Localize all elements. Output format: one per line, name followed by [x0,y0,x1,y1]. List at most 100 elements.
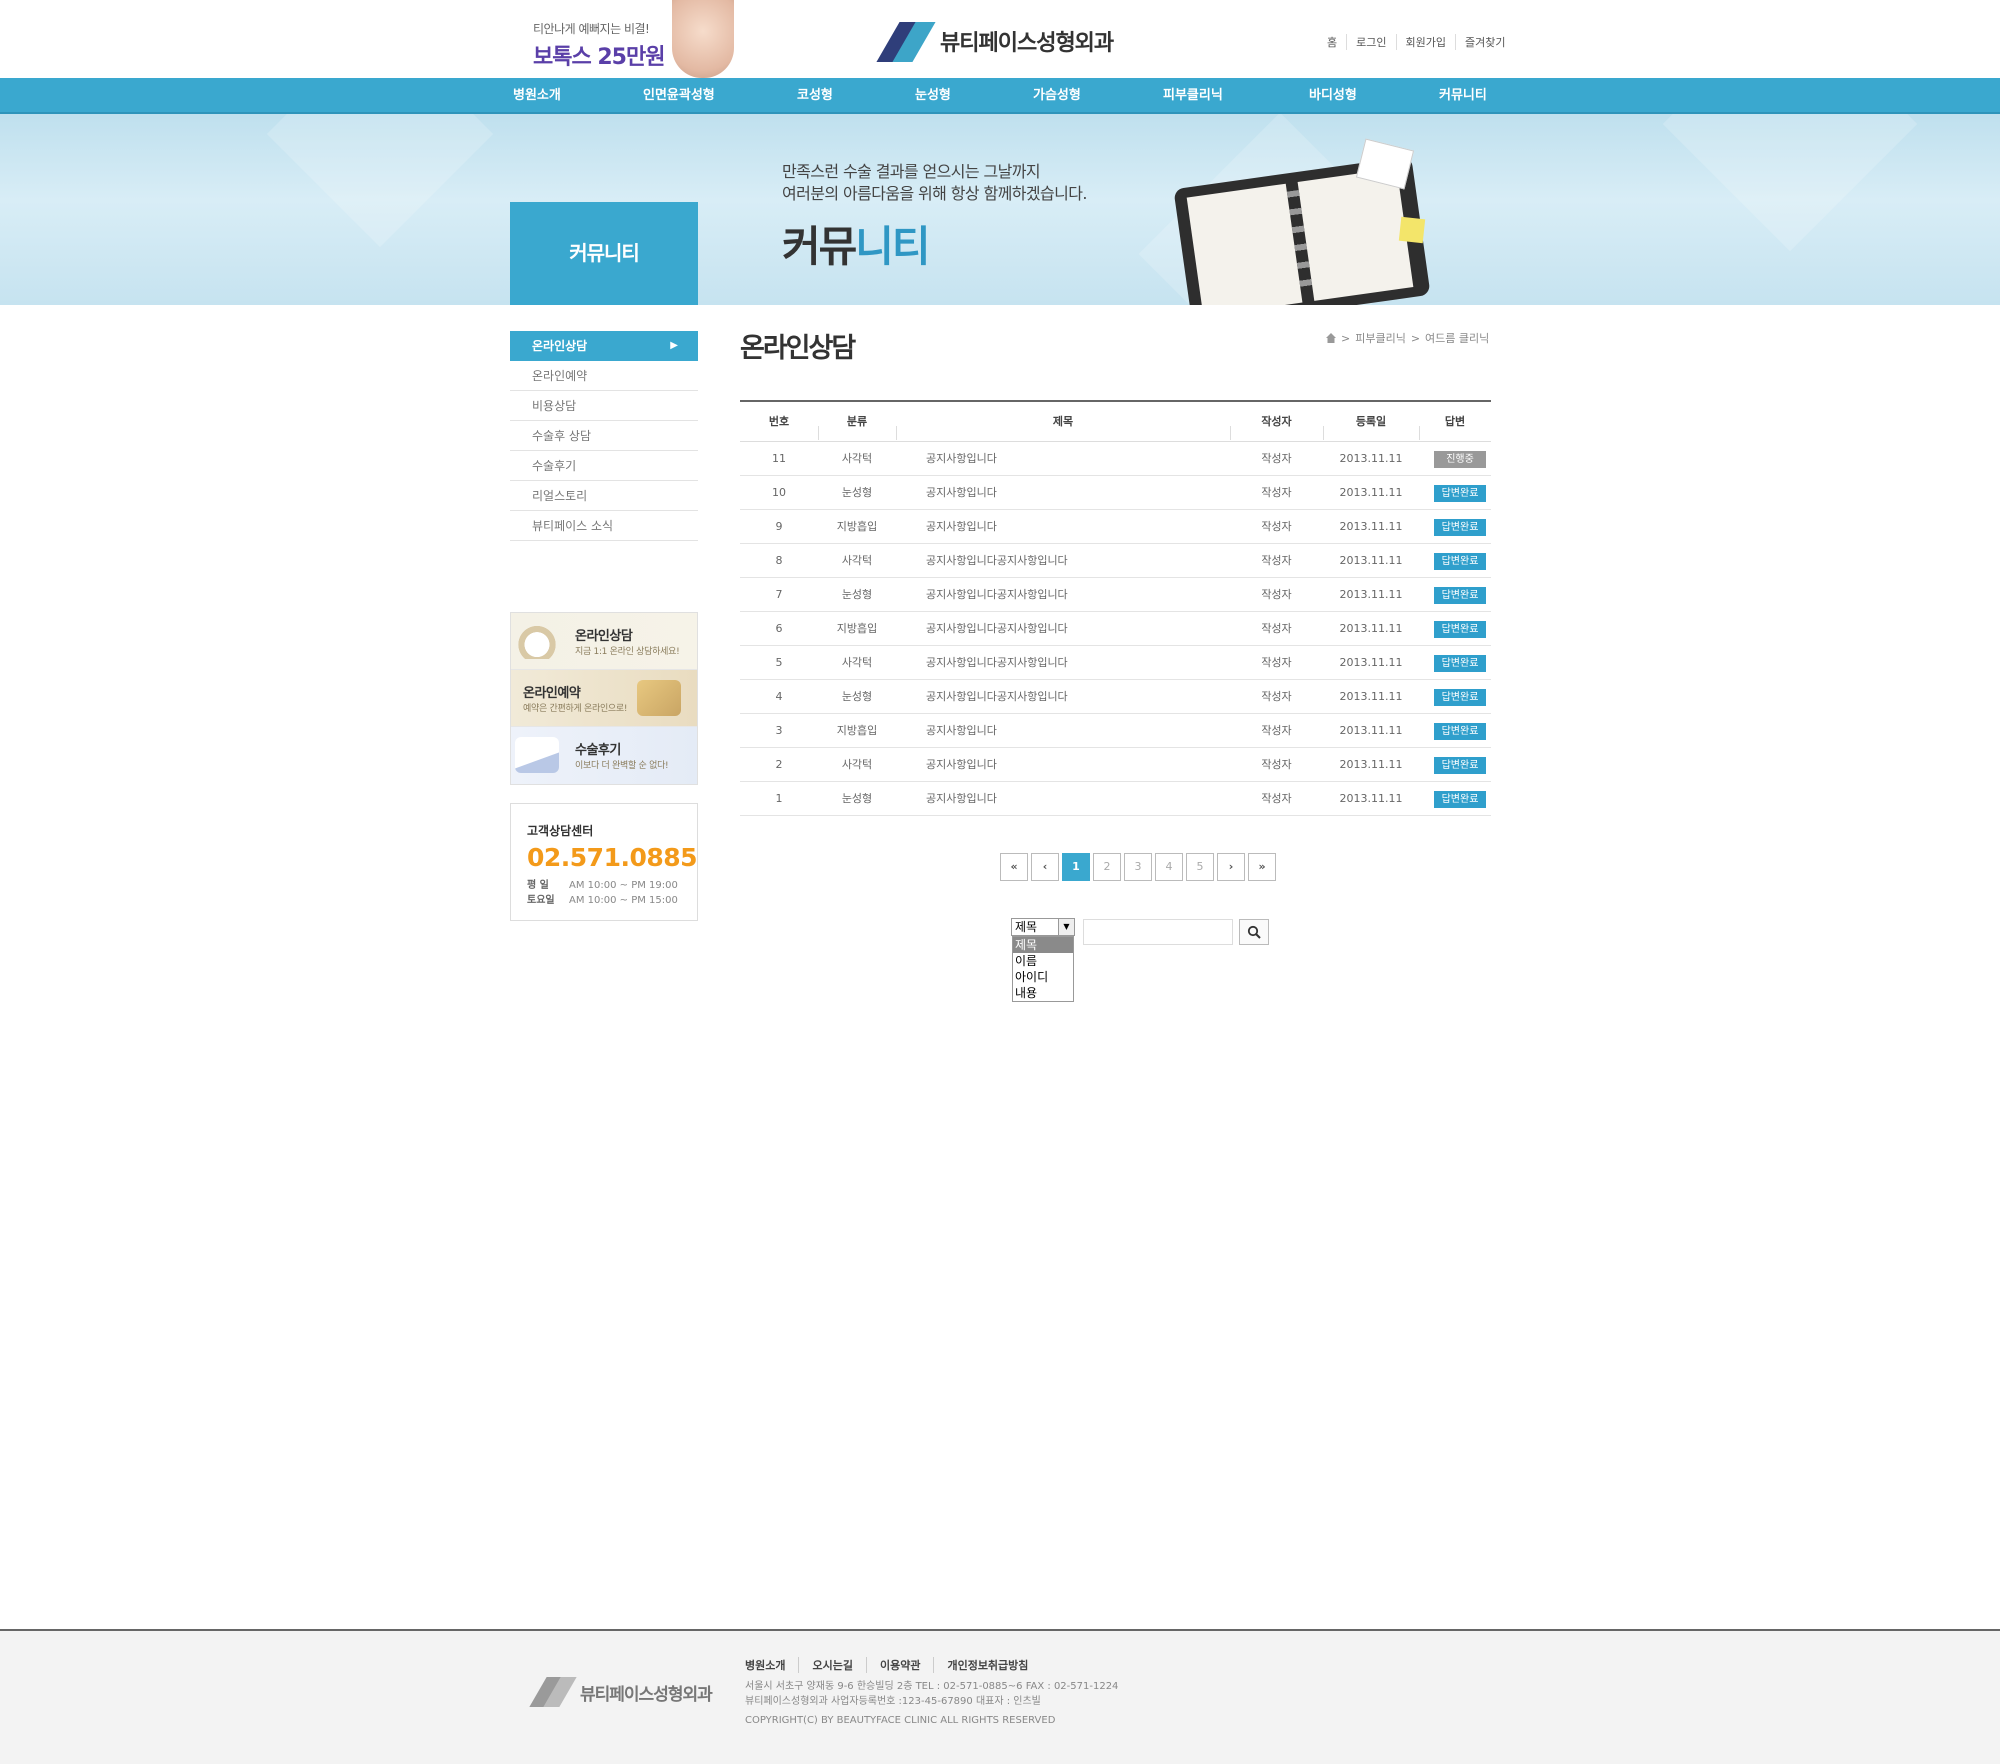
table-row[interactable]: 7 눈성형 공지사항입니다공지사항입니다 작성자 2013.11.11 답변완료 [740,578,1491,612]
cell-subject[interactable]: 공지사항입니다공지사항입니다 [896,646,1230,679]
page-button[interactable]: 5 [1186,853,1214,881]
visual-copy: 만족스런 수술 결과를 얻으시는 그날까지 여러분의 아름다움을 위해 항상 함… [782,161,1087,274]
util-bookmark-link[interactable]: 즐겨찾기 [1454,34,1514,50]
gnb-item-body[interactable]: 바디성형 [1309,78,1357,114]
gnb-item-nose[interactable]: 코성형 [797,78,833,114]
col-header-no: 번호 [768,415,790,428]
search-input[interactable] [1083,919,1233,945]
mouse-icon [637,680,681,716]
select-option[interactable]: 이름 [1013,953,1073,969]
lnb-item-after-surgery-consult[interactable]: 수술후 상담 [510,421,698,451]
page-button[interactable]: 4 [1155,853,1183,881]
table-row[interactable]: 3 지방흡입 공지사항입니다 작성자 2013.11.11 답변완료 [740,714,1491,748]
table-row[interactable]: 4 눈성형 공지사항입니다공지사항입니다 작성자 2013.11.11 답변완료 [740,680,1491,714]
site-logo[interactable]: 뷰티페이스성형외과 [876,22,1114,62]
table-row[interactable]: 2 사각턱 공지사항입니다 작성자 2013.11.11 답변완료 [740,748,1491,782]
quick-banners: 온라인상담 지금 1:1 온라인 상담하세요! 온라인예약 예약은 간편하게 온… [510,612,698,785]
cell-no: 4 [775,690,783,703]
quick-banner-reviews[interactable]: 수술후기 이보다 더 완벽할 순 없다! [511,727,697,784]
cs-hours: 평 일 AM 10:00 ~ PM 19:00 토요일 AM 10:00 ~ PM … [527,878,681,908]
utility-links: 홈 로그인 회원가입 즐겨찾기 [1318,34,1514,50]
promo-banner[interactable]: 티안나게 예뻐지는 비결! 보톡스 25만원 [533,20,665,71]
cell-subject[interactable]: 공지사항입니다 [896,510,1230,543]
breadcrumb-item[interactable]: 여드름 클리닉 [1425,330,1489,346]
cell-category: 사각턱 [841,758,873,771]
table-row[interactable]: 9 지방흡입 공지사항입니다 작성자 2013.11.11 답변완료 [740,510,1491,544]
cell-writer: 작성자 [1261,452,1292,465]
lnb-item-online-consult[interactable]: 온라인상담 ▶ [510,331,698,361]
footer-links: 병원소개 오시는길 이용약관 개인정보취급방침 [745,1657,1041,1673]
chevron-down-icon[interactable]: ▼ [1058,919,1074,935]
first-page-button[interactable]: « [1000,853,1028,881]
lnb-item-news[interactable]: 뷰티페이스 소식 [510,511,698,541]
util-join-link[interactable]: 회원가입 [1395,34,1455,50]
footer-link-terms[interactable]: 이용약관 [865,1657,933,1673]
cell-no: 2 [775,758,783,771]
table-row[interactable]: 11 사각턱 공지사항입니다 작성자 2013.11.11 진행중 [740,442,1491,476]
cell-no: 7 [775,588,783,601]
cell-subject[interactable]: 공지사항입니다공지사항입니다 [896,544,1230,577]
search-field-select[interactable]: 제목 ▼ [1011,918,1075,936]
select-option[interactable]: 아이디 [1013,969,1073,985]
page-button[interactable]: 1 [1062,853,1090,881]
next-page-button[interactable]: › [1217,853,1245,881]
gnb-item-community[interactable]: 커뮤니티 [1439,78,1487,114]
quick-banner-sub: 지금 1:1 온라인 상담하세요! [575,647,680,657]
quick-banner-online-reservation[interactable]: 온라인예약 예약은 간편하게 온라인으로! [511,670,697,727]
footer-info: 서울시 서초구 양재동 9-6 한승빌딩 2층 TEL : 02-571-088… [745,1679,1118,1709]
header: 티안나게 예뻐지는 비결! 보톡스 25만원 뷰티페이스성형외과 홈 로그인 회… [0,0,2000,78]
home-icon[interactable] [1326,333,1336,343]
lnb-item-cost-consult[interactable]: 비용상담 [510,391,698,421]
cell-answer: 답변완료 [1419,510,1491,543]
gnb-item-eye[interactable]: 눈성형 [915,78,951,114]
cell-answer: 답변완료 [1419,782,1491,815]
cell-subject[interactable]: 공지사항입니다공지사항입니다 [896,680,1230,713]
footer-link-privacy[interactable]: 개인정보취급방침 [933,1657,1041,1673]
page-button[interactable]: 3 [1124,853,1152,881]
cell-date: 2013.11.11 [1339,486,1403,499]
cell-subject[interactable]: 공지사항입니다 [896,442,1230,475]
lnb-item-real-story[interactable]: 리얼스토리 [510,481,698,511]
select-option[interactable]: 내용 [1013,985,1073,1001]
cell-answer: 답변완료 [1419,476,1491,509]
cell-subject[interactable]: 공지사항입니다 [896,782,1230,815]
visual-title: 커뮤니티 [782,213,1087,274]
visual-bg-tile [266,114,494,248]
table-row[interactable]: 8 사각턱 공지사항입니다공지사항입니다 작성자 2013.11.11 답변완료 [740,544,1491,578]
status-badge: 진행중 [1434,450,1486,468]
cs-sat-hours: AM 10:00 ~ PM 15:00 [569,895,678,906]
table-row[interactable]: 6 지방흡입 공지사항입니다공지사항입니다 작성자 2013.11.11 답변완료 [740,612,1491,646]
gnb-item-facial-contour[interactable]: 인면윤곽성형 [643,78,715,114]
util-home-link[interactable]: 홈 [1318,34,1346,50]
lnb-item-online-reservation[interactable]: 온라인예약 [510,361,698,391]
cell-answer: 답변완료 [1419,748,1491,781]
quick-banner-online-consult[interactable]: 온라인상담 지금 1:1 온라인 상담하세요! [511,613,697,670]
page-button[interactable]: 2 [1093,853,1121,881]
search-button[interactable] [1239,919,1269,945]
table-row[interactable]: 1 눈성형 공지사항입니다 작성자 2013.11.11 답변완료 [740,782,1491,816]
visual-title-b: 니티 [855,222,930,271]
status-badge: 답변완료 [1434,586,1486,604]
prev-page-button[interactable]: ‹ [1031,853,1059,881]
gnb-item-skin[interactable]: 피부클리닉 [1163,78,1223,114]
lnb-item-reviews[interactable]: 수술후기 [510,451,698,481]
footer-link-about[interactable]: 병원소개 [745,1657,798,1673]
cell-subject[interactable]: 공지사항입니다공지사항입니다 [896,578,1230,611]
cell-subject[interactable]: 공지사항입니다 [896,748,1230,781]
footer-link-directions[interactable]: 오시는길 [798,1657,865,1673]
cell-subject[interactable]: 공지사항입니다 [896,714,1230,747]
util-login-link[interactable]: 로그인 [1346,34,1395,50]
cell-no: 11 [772,452,786,465]
visual-line-1: 만족스런 수술 결과를 얻으시는 그날까지 [782,162,1041,181]
select-option[interactable]: 제목 [1013,937,1073,953]
gnb-item-about[interactable]: 병원소개 [513,78,561,114]
table-row[interactable]: 10 눈성형 공지사항입니다 작성자 2013.11.11 답변완료 [740,476,1491,510]
gnb-item-breast[interactable]: 가슴성형 [1033,78,1081,114]
col-header-writer: 작성자 [1230,402,1323,441]
table-row[interactable]: 5 사각턱 공지사항입니다공지사항입니다 작성자 2013.11.11 답변완료 [740,646,1491,680]
cell-subject[interactable]: 공지사항입니다공지사항입니다 [896,612,1230,645]
footer-logo: 뷰티페이스성형외과 [529,1677,713,1707]
cell-subject[interactable]: 공지사항입니다 [896,476,1230,509]
breadcrumb-item[interactable]: 피부클리닉 [1355,330,1406,346]
last-page-button[interactable]: » [1248,853,1276,881]
